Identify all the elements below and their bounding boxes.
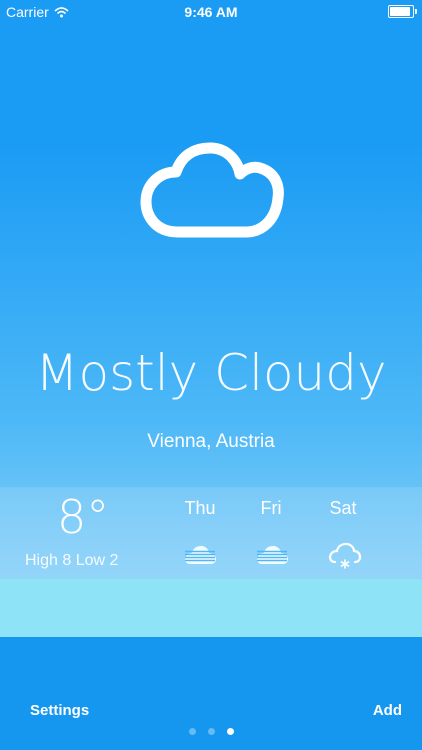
status-bar: Carrier 9:46 AM [0,0,422,24]
add-button[interactable]: Add [373,702,402,719]
current-temperature: 8° [57,490,110,544]
cloudy-icon [257,546,288,564]
battery-fill [390,7,410,16]
settings-button[interactable]: Settings [30,702,89,719]
clock: 9:46 AM [184,4,238,20]
condition-label: Mostly Cloudy [35,344,387,402]
page-dot-active[interactable] [226,728,234,735]
snow-icon [328,542,362,569]
page-control[interactable] [0,728,422,735]
location-label[interactable]: Vienna, Austria [0,431,422,453]
high-low-label: High 8 Low 2 [25,552,119,569]
forecast-day-sat: Sat [329,498,357,518]
cloudy-icon [185,546,216,564]
page-dot[interactable] [188,728,196,735]
forecast-panel-lower [0,579,422,637]
page-dot[interactable] [207,728,215,735]
forecast-day-thu: Thu [184,498,216,518]
forecast-day-fri: Fri [260,498,282,518]
cloud-icon [140,142,284,238]
battery-icon [388,5,417,18]
